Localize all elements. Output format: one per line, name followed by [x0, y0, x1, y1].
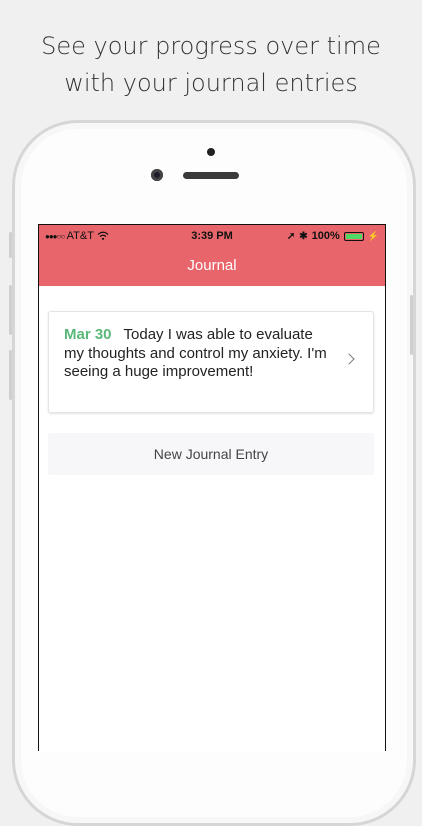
- charging-icon: ⚡: [367, 230, 379, 241]
- proximity-sensor: [207, 148, 215, 156]
- phone-power-button: [410, 295, 413, 355]
- phone-volume-down: [9, 350, 12, 400]
- headline-line-1: See your progress over time: [41, 32, 381, 60]
- status-bar: ●●●○○ AT&T 3:39 PM ➚ ✱ 100% ⚡: [39, 225, 385, 247]
- bluetooth-icon: ✱: [299, 230, 308, 242]
- earpiece-speaker: [183, 172, 239, 179]
- nav-bar: ●●●○○ AT&T 3:39 PM ➚ ✱ 100% ⚡ Journal: [39, 225, 385, 286]
- app-screen: ●●●○○ AT&T 3:39 PM ➚ ✱ 100% ⚡ Journal Ma…: [38, 224, 386, 751]
- location-icon: ➚: [286, 230, 296, 242]
- status-right: ➚ ✱ 100% ⚡: [287, 230, 379, 242]
- battery-icon: [343, 231, 364, 241]
- journal-entry-card[interactable]: Mar 30 Today I was able to evaluate my th…: [48, 311, 374, 413]
- front-camera: [151, 169, 163, 181]
- headline-line-2: with your journal entries: [64, 69, 358, 97]
- battery-percent: 100%: [311, 230, 340, 242]
- promo-headline: See your progress over time with your jo…: [0, 28, 422, 102]
- new-journal-entry-button[interactable]: New Journal Entry: [48, 433, 374, 475]
- chevron-right-icon: [343, 353, 355, 365]
- nav-title: Journal: [187, 257, 237, 274]
- phone-volume-up: [9, 285, 12, 335]
- entry-content: Mar 30 Today I was able to evaluate my th…: [64, 326, 334, 382]
- phone-mute-switch: [9, 232, 12, 258]
- entry-date: Mar 30: [64, 326, 112, 343]
